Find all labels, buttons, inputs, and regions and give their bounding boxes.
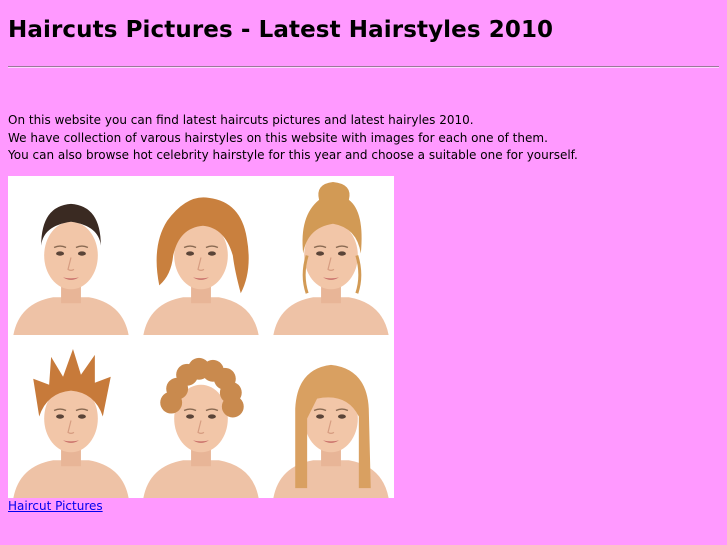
horizontal-rule xyxy=(8,66,719,68)
portrait-illustration xyxy=(8,176,134,335)
intro-line: We have collection of varous hairstyles … xyxy=(8,130,548,145)
haircut-pictures-image xyxy=(8,176,394,498)
hairstyle-photo-6 xyxy=(268,339,394,498)
portrait-illustration xyxy=(138,339,264,498)
portrait-illustration xyxy=(268,176,394,335)
portrait-illustration xyxy=(268,339,394,498)
page-title: Haircuts Pictures - Latest Hairstyles 20… xyxy=(8,17,554,43)
hairstyle-photo-2 xyxy=(138,176,264,335)
intro-line: You can also browse hot celebrity hairst… xyxy=(8,148,578,162)
hairstyle-photo-1 xyxy=(8,176,134,335)
hairstyle-photo-5 xyxy=(138,339,264,498)
portrait-illustration xyxy=(138,176,264,335)
portrait-illustration xyxy=(8,339,134,498)
haircut-pictures-link[interactable]: Haircut Pictures xyxy=(8,499,103,513)
intro-text: On this website you can find latest hair… xyxy=(8,112,578,165)
hairstyle-photo-4 xyxy=(8,339,134,498)
intro-line: On this website you can find latest hair… xyxy=(8,113,474,127)
hairstyle-photo-3 xyxy=(268,176,394,335)
